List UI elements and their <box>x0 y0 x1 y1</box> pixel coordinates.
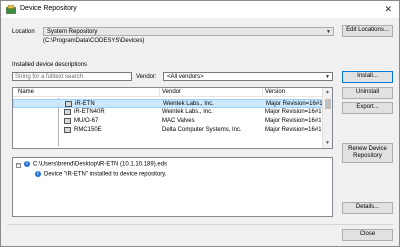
close-icon[interactable]: ✕ <box>384 4 392 15</box>
table-row[interactable]: RMC150E Delta Computer Systems, Inc. Maj… <box>13 126 323 135</box>
footer-divider <box>7 224 393 225</box>
uninstall-button[interactable]: Uninstall <box>342 87 393 99</box>
column-separator <box>159 88 160 97</box>
install-button[interactable]: Install... <box>342 71 393 83</box>
close-button[interactable]: Close <box>342 229 393 241</box>
column-separator <box>262 88 263 97</box>
fulltext-search-input[interactable]: String for a fulltext search <box>12 72 132 81</box>
device-icon <box>64 127 71 133</box>
column-header-name[interactable]: Name <box>18 89 34 95</box>
tree-scrollbar[interactable]: ▲ ▼ <box>322 88 332 148</box>
device-icon <box>64 118 71 124</box>
location-select[interactable]: System Repository ▼ <box>43 27 334 36</box>
message-file: i C:\Users\brend\Desktop\iR-ETN (10.1.10.… <box>24 161 167 168</box>
device-name: iR-ETN40R <box>74 109 105 115</box>
vendor-label: Vendor: <box>136 74 157 80</box>
vendor-select[interactable]: <All vendors> ▼ <box>163 72 333 81</box>
details-button[interactable]: Details... <box>342 202 393 214</box>
device-version: Major Revision=16#1, <box>265 109 321 115</box>
device-vendor: Weintek Labs., Inc. <box>162 109 213 115</box>
info-icon: i <box>24 161 30 167</box>
device-version: Major Revision=16#1, <box>265 118 321 124</box>
device-version: Major Revision=16#1, <box>265 127 321 133</box>
collapse-icon[interactable]: − <box>16 163 21 168</box>
device-vendor: MAC Valves <box>162 118 195 124</box>
renew-repository-button[interactable]: Renew Device Repository <box>342 143 393 163</box>
location-label: Location <box>12 29 35 35</box>
scroll-down-icon[interactable]: ▼ <box>325 140 330 146</box>
export-button[interactable]: Export... <box>342 102 393 114</box>
vendor-value: <All vendors> <box>167 74 204 80</box>
message-file-text: C:\Users\brend\Desktop\iR-ETN (10.1.10.1… <box>33 161 168 168</box>
scroll-thumb[interactable] <box>325 99 331 109</box>
scroll-up-icon[interactable]: ▲ <box>325 89 330 95</box>
table-row[interactable]: MU/O-67 MAC Valves Major Revision=16#1, <box>13 117 323 126</box>
column-header-vendor[interactable]: Vendor <box>162 89 181 95</box>
window-title: Device Repository <box>20 5 77 12</box>
tree-header: Name Vendor Version <box>13 88 323 97</box>
table-row[interactable]: iR-ETN Weintek Labs., Inc. Major Revisio… <box>13 99 323 108</box>
device-tree[interactable]: Name Vendor Version iR-ETN Weintek Labs.… <box>12 87 333 149</box>
message-status: i Device "iR-ETN" installed to device rep… <box>35 171 167 178</box>
device-icon <box>64 109 71 115</box>
chevron-down-icon: ▼ <box>325 74 330 80</box>
repository-icon <box>6 5 16 14</box>
message-status-text: Device "iR-ETN" installed to device repo… <box>44 171 167 178</box>
title-bar[interactable]: Device Repository ✕ <box>1 1 399 18</box>
device-vendor: Delta Computer Systems, Inc. <box>162 127 242 133</box>
location-path: (C:\ProgramData\CODESYS\Devices) <box>43 38 145 44</box>
table-row[interactable]: iR-ETN40R Weintek Labs., Inc. Major Revi… <box>13 108 323 117</box>
location-value: System Repository <box>47 29 98 35</box>
chevron-down-icon: ▼ <box>326 29 331 35</box>
device-repository-dialog: Device Repository ✕ Location System Repo… <box>0 0 400 247</box>
message-log[interactable]: − i C:\Users\brend\Desktop\iR-ETN (10.1.1… <box>12 157 333 217</box>
device-name: RMC150E <box>74 127 102 133</box>
edit-locations-button[interactable]: Edit Locations... <box>342 25 393 37</box>
column-header-version[interactable]: Version <box>265 89 285 95</box>
installed-label: Installed device descriptions <box>12 62 88 68</box>
device-icon <box>65 101 72 107</box>
info-icon: i <box>35 171 41 177</box>
device-name: MU/O-67 <box>74 118 99 124</box>
